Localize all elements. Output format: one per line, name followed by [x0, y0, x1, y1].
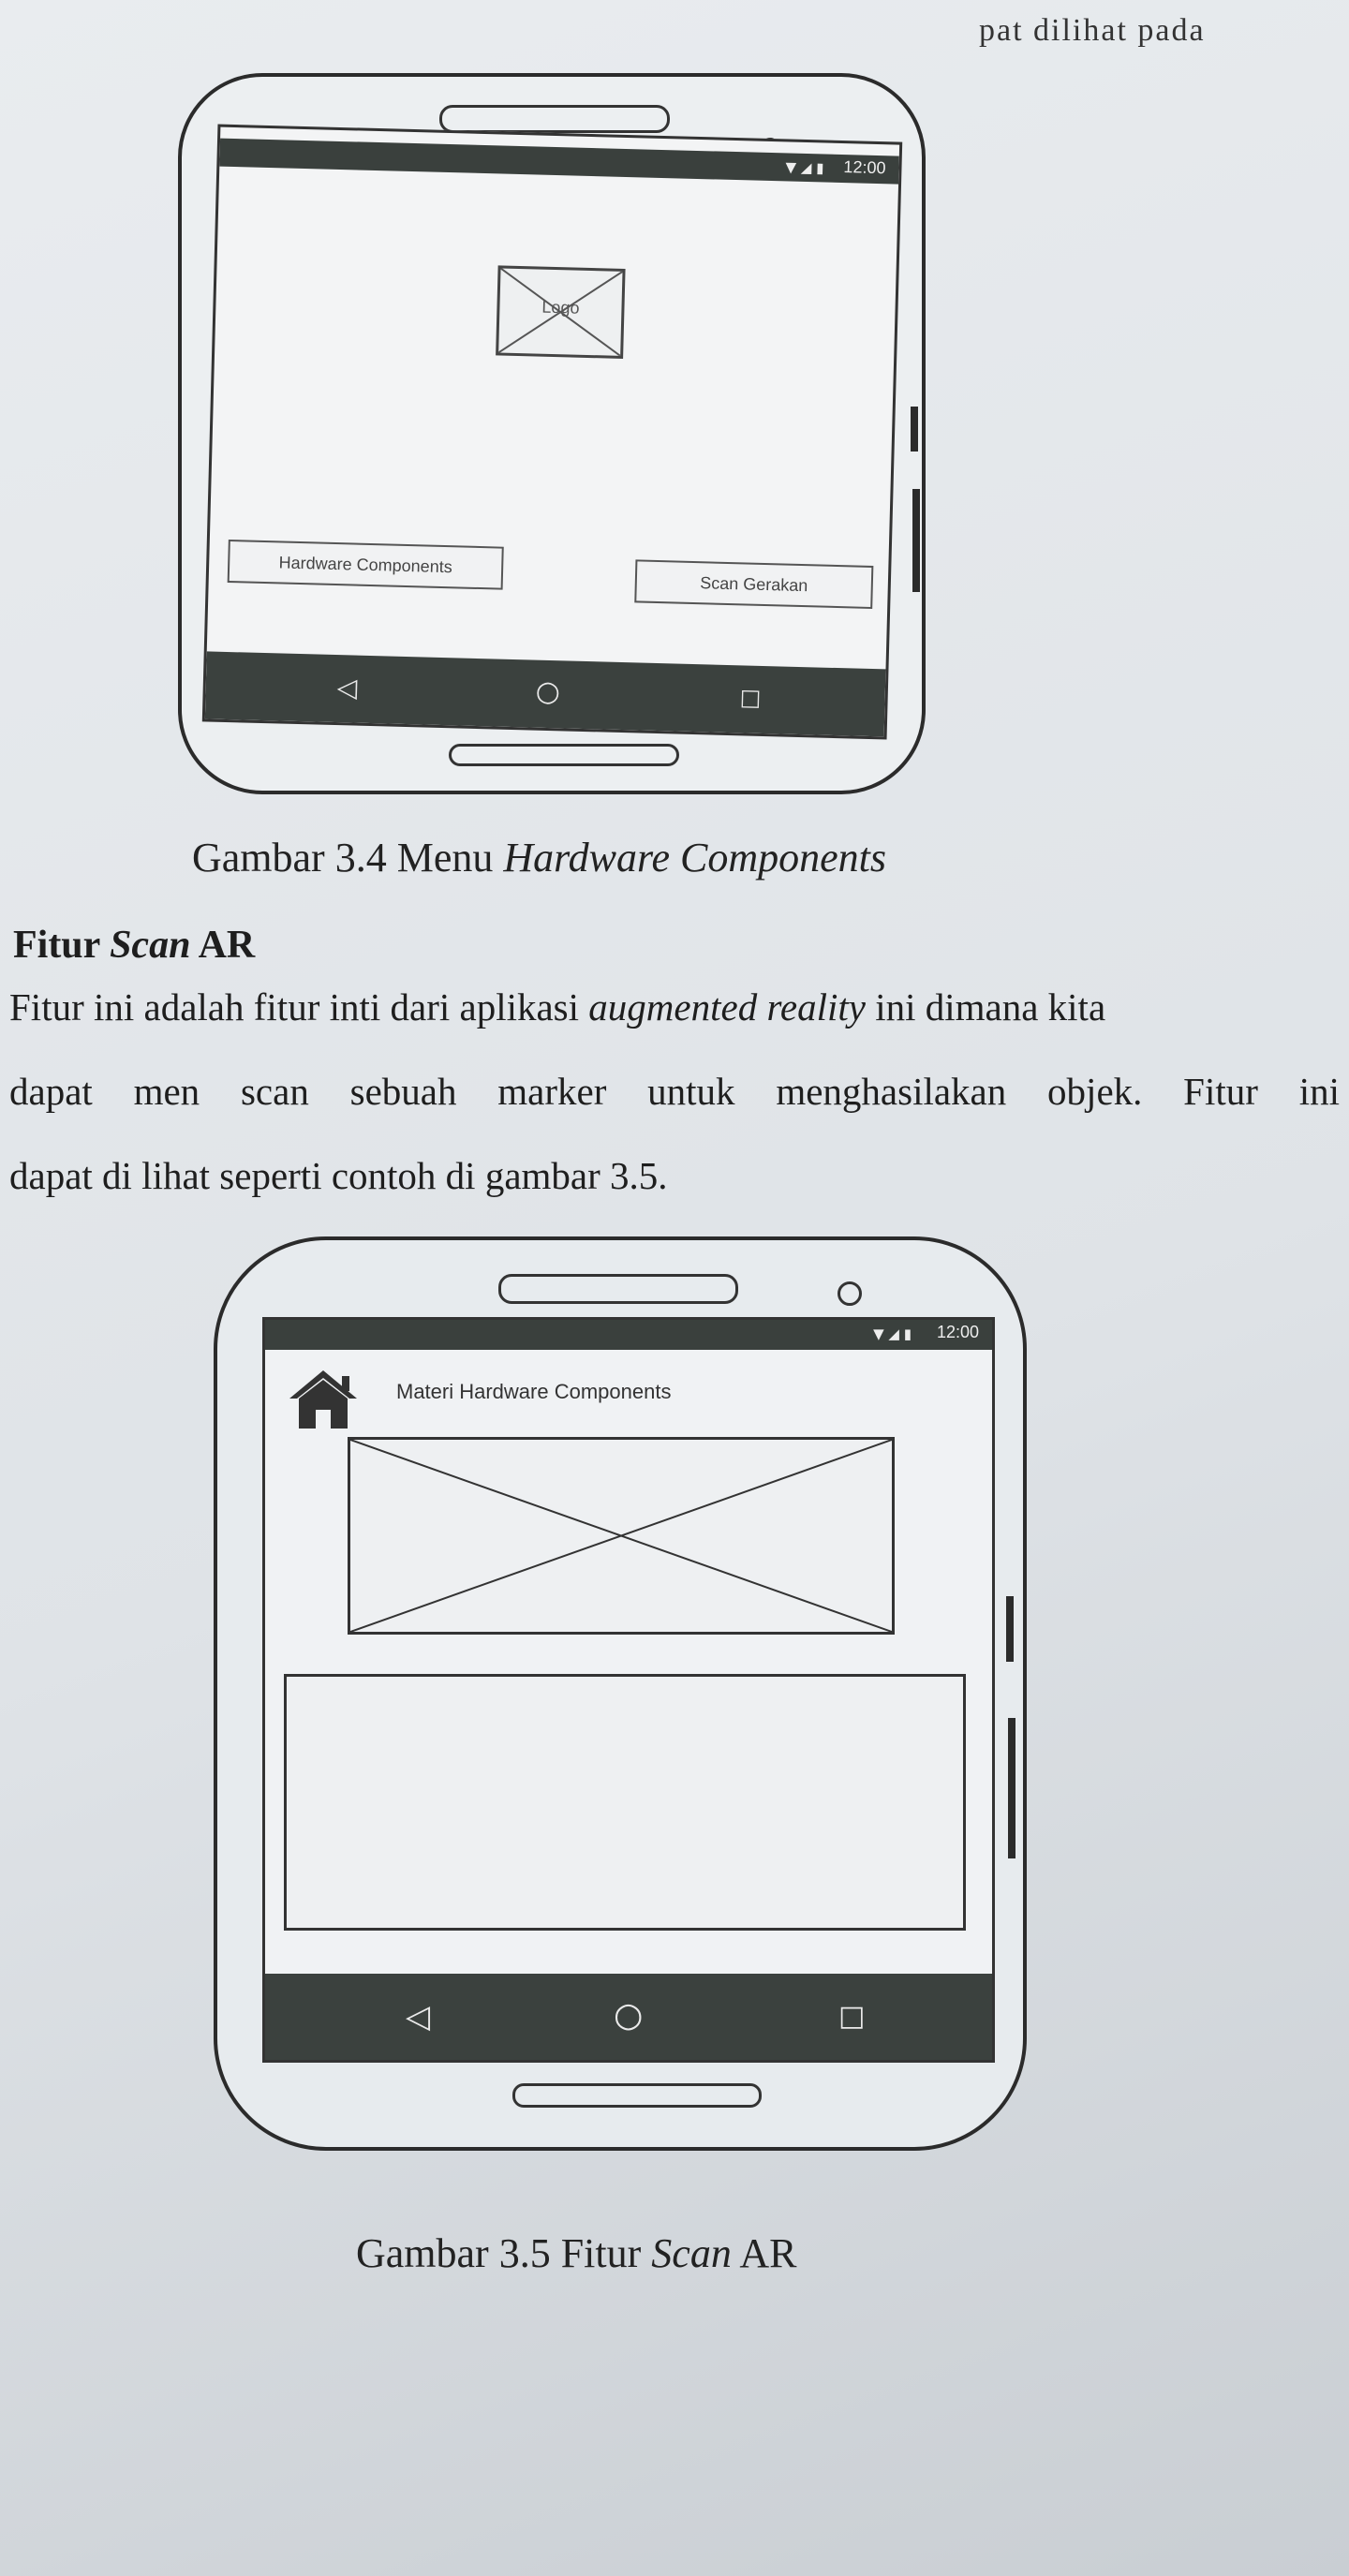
phone-screen: ▼ ◢ ▮ 12:00 Materi Hardware Components ◁…: [262, 1317, 995, 2063]
section-heading: Fitur Scan AR: [13, 923, 255, 968]
phone-mockup-scan: ▼ ◢ ▮ 12:00 Materi Hardware Components ◁…: [214, 1236, 1027, 2151]
paragraph-line-2: dapat men scan sebuah marker untuk mengh…: [9, 1070, 1340, 1113]
home-bar: [512, 2083, 762, 2108]
caption-italic: Scan: [651, 2230, 732, 2276]
navigation-bar: ◁ ○ □: [204, 651, 886, 737]
figure-caption-3-5: Gambar 3.5 Fitur Scan AR: [356, 2229, 797, 2277]
home-circle-icon[interactable]: ○: [614, 1996, 643, 2035]
screen-title: Materi Hardware Components: [396, 1380, 672, 1403]
hardware-components-button[interactable]: Hardware Components: [227, 539, 504, 590]
wifi-icon: ▼: [785, 158, 797, 176]
back-icon[interactable]: ◁: [406, 1998, 430, 2036]
wifi-icon: ▼: [873, 1325, 884, 1342]
battery-icon: ▮: [903, 1325, 912, 1342]
line-text: ini dimana kita: [865, 985, 1106, 1029]
home-bar: [449, 744, 679, 766]
status-icons: ▼ ◢ ▮: [873, 1325, 912, 1342]
recents-icon[interactable]: □: [739, 684, 761, 711]
side-button: [912, 489, 920, 592]
caption-text: Gambar 3.5 Fitur: [356, 2230, 652, 2276]
status-bar: ▼ ◢ ▮ 12:00: [265, 1320, 992, 1350]
status-icons: ▼ ◢ ▮: [785, 158, 823, 176]
image-placeholder: [348, 1437, 895, 1635]
side-button: [1006, 1596, 1014, 1662]
signal-icon: ◢: [800, 158, 812, 177]
camera-icon: [838, 1281, 862, 1306]
status-bar: ▼ ◢ ▮ 12:00: [219, 138, 899, 185]
speaker-slot: [498, 1274, 738, 1304]
caption-text: Gambar 3.4 Menu: [192, 835, 504, 881]
logo-placeholder: Logo: [496, 265, 626, 359]
scan-gerakan-button[interactable]: Scan Gerakan: [634, 559, 874, 610]
navigation-bar: ◁ ○ □: [265, 1974, 992, 2060]
caption-italic: Hardware Components: [503, 835, 887, 881]
heading-italic: Scan: [110, 924, 191, 967]
recents-icon[interactable]: □: [838, 2000, 865, 2033]
battery-icon: ▮: [815, 159, 824, 177]
paragraph-line-3: dapat di lihat seperti contoh di gambar …: [9, 1154, 668, 1197]
paragraph-line-1: Fitur ini adalah fitur inti dari aplikas…: [9, 965, 1340, 1049]
body-paragraph: Fitur ini adalah fitur inti dari aplikas…: [9, 965, 1340, 1218]
heading-text: Fitur: [13, 924, 111, 967]
content-area: [284, 1674, 966, 1931]
logo-label: Logo: [541, 297, 580, 318]
home-circle-icon[interactable]: ○: [535, 675, 560, 709]
status-time: 12:00: [936, 1323, 979, 1341]
phone-screen: ▼ ◢ ▮ 12:00 Logo Hardware Components Sca…: [201, 124, 903, 740]
heading-suffix: AR: [190, 924, 256, 967]
caption-suffix: AR: [731, 2230, 797, 2276]
line-text: Fitur ini adalah fitur inti dari aplikas…: [9, 985, 589, 1029]
speaker-slot: [439, 105, 670, 133]
signal-icon: ◢: [888, 1325, 899, 1342]
phone-mockup-menu: ▼ ◢ ▮ 12:00 Logo Hardware Components Sca…: [178, 73, 926, 794]
back-icon[interactable]: ◁: [336, 672, 357, 703]
side-button: [911, 407, 918, 452]
figure-caption-3-4: Gambar 3.4 Menu Hardware Components: [192, 834, 886, 881]
top-text-fragment: pat dilihat pada: [979, 13, 1206, 48]
status-time: 12:00: [843, 157, 886, 178]
house-icon[interactable]: [286, 1367, 361, 1437]
line-italic: augmented reality: [588, 985, 866, 1029]
placeholder-cross-icon: [350, 1440, 892, 1632]
side-button: [1008, 1718, 1015, 1858]
